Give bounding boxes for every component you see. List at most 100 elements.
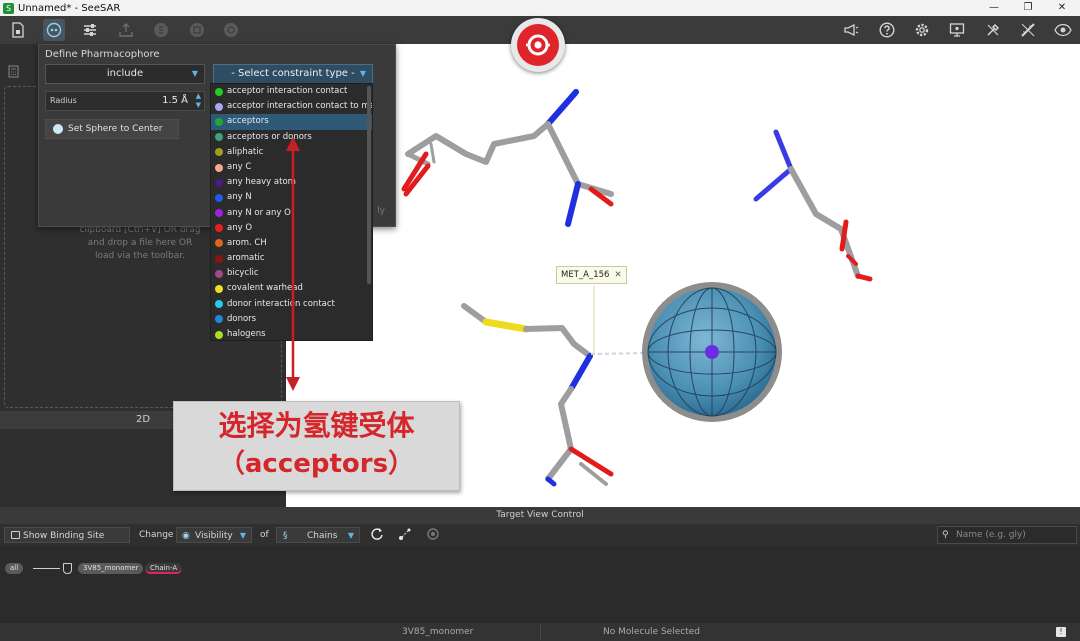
constraint-color-dot-icon: [215, 254, 223, 263]
announcement-icon[interactable]: [840, 19, 862, 41]
shield-icon: [63, 563, 72, 574]
filter-icon[interactable]: [150, 19, 172, 41]
constraint-color-dot-icon: [215, 163, 223, 172]
target-logo-icon: [517, 24, 559, 66]
chevron-down-icon: ▼: [239, 531, 246, 540]
seesar-app-icon: S: [3, 2, 14, 14]
residue-label-close-icon[interactable]: ✕: [614, 270, 621, 280]
tools-icon[interactable]: [982, 19, 1004, 41]
reset-view-icon[interactable]: [370, 527, 386, 543]
constraint-list-item-label: any C: [227, 161, 252, 172]
tree-node-all[interactable]: all: [5, 563, 24, 574]
constraint-color-dot-icon: [215, 300, 223, 309]
file-icon[interactable]: [7, 19, 29, 41]
radius-field[interactable]: Radius 1.5 Å ▲ ▼: [45, 91, 205, 111]
status-target-name: 3V85_monomer: [402, 627, 474, 637]
set-sphere-to-center-button[interactable]: Set Sphere to Center: [45, 119, 179, 139]
constraint-color-dot-icon: [215, 239, 223, 248]
residue-label-text: MET_A_156: [561, 270, 610, 280]
list-scrollbar[interactable]: [367, 86, 371, 284]
calculator-icon[interactable]: [8, 65, 19, 81]
visibility-dropdown[interactable]: ◉ Visibility ▼: [176, 527, 252, 543]
radius-stepper-icon[interactable]: ▲ ▼: [196, 92, 201, 110]
sphere-icon: [53, 124, 63, 134]
constraint-list-item-label: any N: [227, 192, 252, 203]
constraint-list-item-label: donor interaction contact: [227, 298, 335, 309]
molecule-icon[interactable]: [220, 19, 242, 41]
constraint-color-dot-icon: [215, 315, 223, 324]
radius-label: Radius: [50, 96, 77, 105]
constraint-color-dot-icon: [215, 133, 223, 142]
tree-node-monomer[interactable]: 3V85_monomer: [78, 563, 144, 574]
settings-sliders-icon[interactable]: [79, 19, 101, 41]
close-window-button[interactable]: ✕: [1044, 0, 1080, 16]
export-icon[interactable]: [115, 19, 137, 41]
search-icon: ⚲: [942, 530, 949, 540]
constraint-color-dot-icon: [215, 209, 223, 218]
constraint-color-dot-icon: [215, 193, 223, 202]
help-icon[interactable]: [876, 19, 898, 41]
residue-label: MET_A_156 ✕: [556, 266, 627, 284]
constraint-color-dot-icon: [215, 285, 223, 294]
constraint-list-item-label: aliphatic: [227, 146, 264, 157]
minimize-button[interactable]: —: [976, 0, 1012, 16]
measure-icon[interactable]: [1017, 19, 1039, 41]
status-molecule: No Molecule Selected: [603, 627, 700, 637]
constraint-type-placeholder: - Select constraint type -: [231, 68, 355, 79]
chevron-down-icon: ▼: [191, 69, 198, 78]
checkbox-icon: [11, 531, 20, 539]
constraint-list-item-label: acceptor interaction contact: [227, 86, 348, 96]
constraint-list-item-label: arom. CH: [227, 237, 267, 248]
constraint-color-dot-icon: [215, 102, 223, 111]
chevron-down-icon: ▼: [347, 531, 354, 540]
residue-search-input[interactable]: ⚲ Name (e.g. gly): [937, 526, 1077, 544]
gear-icon[interactable]: [911, 19, 933, 41]
molecule-settings-icon[interactable]: [426, 527, 442, 543]
show-binding-site-only-toggle[interactable]: Show Binding Site Only: [4, 527, 130, 557]
pharmacophore-title: Define Pharmacophore: [45, 49, 160, 60]
monitor-icon[interactable]: [946, 19, 968, 41]
status-bar: 3V85_monomer No Molecule Selected !: [0, 623, 1080, 641]
tree-connector: [33, 568, 60, 569]
constraint-color-dot-icon: [215, 269, 223, 278]
table-icon[interactable]: [186, 19, 208, 41]
focus-icon[interactable]: [398, 527, 414, 543]
constraint-color-dot-icon: [215, 224, 223, 233]
include-mode-value: include: [106, 68, 144, 79]
pharmacophore-mode-icon[interactable]: [43, 19, 65, 41]
annotation-callout: 选择为氢键受体 （acceptors）: [173, 401, 460, 491]
status-divider: [540, 625, 541, 639]
eye-settings-icon[interactable]: [1052, 19, 1074, 41]
constraint-list-item[interactable]: acceptor interaction contact: [211, 84, 372, 99]
constraint-type-dropdown[interactable]: - Select constraint type - ▼: [213, 64, 373, 84]
chevron-down-icon: ▼: [359, 69, 366, 78]
constraint-list-item-label: acceptor interaction contact to metal: [227, 101, 373, 112]
constraint-color-dot-icon: [215, 87, 223, 96]
constraint-list-item[interactable]: acceptor interaction contact to metal: [211, 99, 372, 114]
constraint-list-item-label: halogens: [227, 329, 266, 339]
constraint-list-item-label: any N or any O: [227, 207, 291, 218]
constraint-color-dot-icon: [215, 330, 223, 339]
target-view-control-toolbar: Show Binding Site Only Change ◉ Visibili…: [0, 524, 1080, 557]
annotation-line1: 选择为氢键受体: [218, 409, 415, 442]
annotation-double-arrow: [283, 135, 303, 393]
annotation-line2: （acceptors）: [218, 449, 415, 479]
constraint-list-item[interactable]: acceptors: [211, 114, 372, 130]
chain-tree: all 3V85_monomer Chain-A: [0, 546, 1080, 623]
constraint-color-dot-icon: [215, 148, 223, 157]
constraint-list-item-label: acceptors: [227, 116, 269, 127]
constraint-list-item-label: bicyclic: [227, 268, 259, 279]
seesar-logo-badge: [511, 18, 565, 72]
eye-icon: ◉: [182, 531, 190, 541]
radius-value: 1.5 Å: [162, 95, 188, 106]
chains-dropdown[interactable]: § Chains ▼: [276, 527, 360, 543]
tree-node-chain[interactable]: Chain-A: [145, 563, 183, 574]
change-label: Change: [139, 530, 174, 540]
restore-button[interactable]: ❐: [1010, 0, 1046, 16]
notification-icon[interactable]: !: [1056, 627, 1066, 637]
include-mode-dropdown[interactable]: include ▼: [45, 64, 205, 84]
constraint-list-item-label: aromatic: [227, 253, 265, 264]
constraint-color-dot-icon: [215, 117, 223, 126]
drop-instructions: clipboard [Ctrl+V] OR drag and drop a fi…: [79, 225, 201, 261]
constraint-list-item-label: any O: [227, 222, 253, 233]
